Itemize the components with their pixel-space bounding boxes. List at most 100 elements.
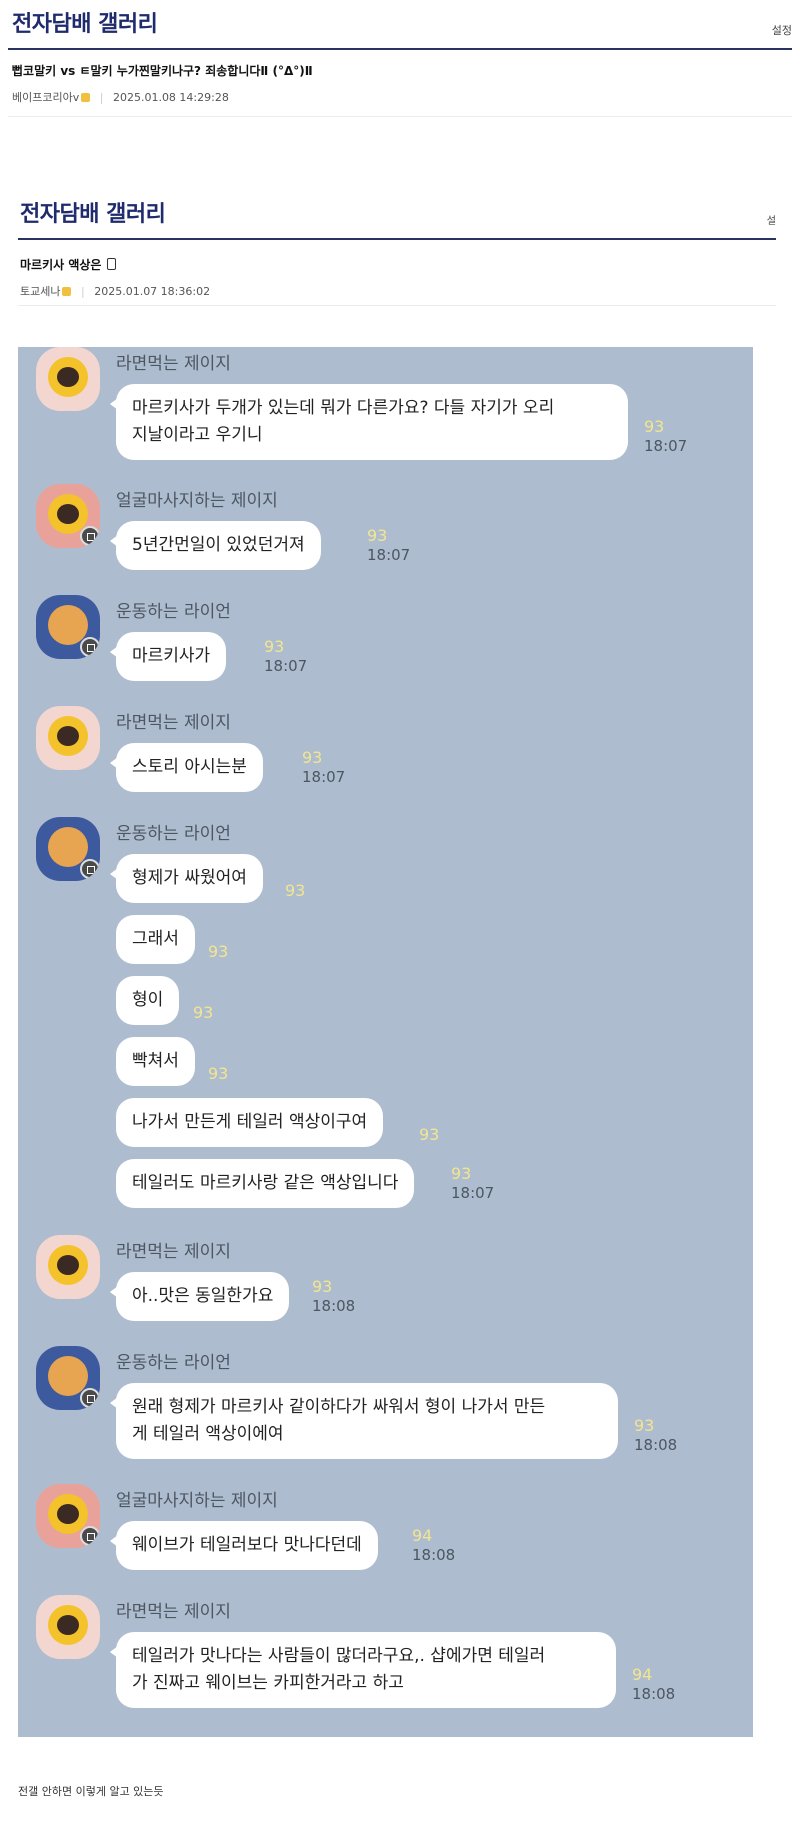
message-bubble: 테일러도 마르키사랑 같은 액상입니다	[116, 1159, 415, 1208]
unread-count: 93	[208, 942, 229, 961]
post-divider	[8, 116, 792, 117]
message-bubble: 스토리 아시는분	[110, 743, 263, 792]
embedded-post-title-text: 마르키사 액상은	[20, 258, 102, 272]
message-bubble: 형이	[116, 976, 180, 1025]
embedded-post-divider	[18, 305, 776, 306]
embedded-settings-link: 설	[766, 216, 776, 227]
sender-name: 운동하는 라이언	[116, 602, 231, 622]
mobile-icon	[107, 258, 117, 270]
sender-name: 라면먹는 제이지	[116, 354, 231, 374]
avatar-facemask-jayg	[36, 1484, 100, 1548]
post-header: 뻡코말키 vs ㅌ말키 누가찐말키나구? 죄송합니다Ⅱ (°Δ°)Ⅱ 베이프코리…	[12, 62, 792, 105]
avatar-workout-ryan	[36, 817, 100, 881]
message-meta: 94 18:08	[412, 1527, 455, 1565]
sender-name: 운동하는 라이언	[116, 1353, 231, 1373]
message-bubble: 빡쳐서	[116, 1037, 195, 1086]
message-bubble: 그래서	[116, 915, 195, 964]
message-bubble: 테일러가 맛나다는 사람들이 많더라구요,. 샵에가면 테일러 가 진짜고 웨이…	[110, 1632, 616, 1708]
avatar-ramen-jayg	[36, 347, 100, 411]
settings-link[interactable]: 설정	[772, 22, 792, 38]
message-bubble: 원래 형제가 마르키사 같이하다가 싸워서 형이 나가서 만든 게 테일러 액상…	[110, 1383, 618, 1459]
sender-name: 라면먹는 제이지	[116, 1602, 231, 1622]
embedded-post-header: 마르키사 액상은 토교세나 | 2025.01.07 18:36:02	[20, 256, 760, 299]
unread-count: 93	[285, 881, 306, 900]
sender-name: 라면먹는 제이지	[116, 1242, 231, 1262]
message-meta: 93 18:07	[367, 527, 410, 565]
message-meta: 93 18:07	[302, 749, 345, 787]
post-title: 뻡코말키 vs ㅌ말키 누가찐말키나구? 죄송합니다Ⅱ (°Δ°)Ⅱ	[12, 64, 313, 78]
gallery-header: 전자담배 갤러리 설정	[0, 0, 800, 50]
unread-count: 93	[302, 748, 323, 767]
message-bubble: 마르키사가	[109, 632, 227, 681]
embedded-post-title: 마르키사 액상은	[20, 256, 760, 273]
avatar-workout-ryan	[36, 595, 100, 659]
message-meta: 93	[208, 943, 228, 961]
multi-profile-badge-icon	[80, 526, 100, 546]
message-meta: 93 18:07	[451, 1165, 494, 1203]
message-bubble: 나가서 만든게 테일러 액상이구여	[116, 1098, 384, 1147]
message-meta: 93	[208, 1065, 228, 1083]
unread-count: 93	[419, 1125, 440, 1144]
avatar-ramen-jayg	[36, 1595, 100, 1659]
multi-profile-badge-icon	[80, 637, 100, 657]
message-meta: 93	[285, 882, 305, 900]
embedded-header-divider	[18, 238, 776, 240]
multi-profile-badge-icon	[80, 859, 100, 879]
embedded-gallery-header: 전자담배 갤러리 설	[18, 196, 776, 242]
post-author[interactable]: 베이프코리아v	[12, 91, 79, 104]
unread-count: 94	[412, 1526, 433, 1545]
post-caption: 전갤 안하면 이렇게 알고 있는듯	[18, 1785, 164, 1798]
message-meta: 93 18:07	[644, 418, 687, 456]
embedded-post-author: 토교세나	[20, 285, 61, 298]
sender-name: 얼굴마사지하는 제이지	[116, 1491, 278, 1511]
message-bubble: 웨이브가 테일러보다 맛나다던데	[110, 1521, 378, 1570]
avatar-facemask-jayg	[36, 484, 100, 548]
message-meta: 93 18:08	[634, 1417, 677, 1455]
post-datetime: 2025.01.08 14:29:28	[112, 91, 229, 104]
multi-profile-badge-icon	[80, 1388, 100, 1408]
author-badge-icon	[81, 93, 91, 102]
unread-count: 93	[451, 1164, 472, 1183]
message-time: 18:07	[644, 437, 688, 455]
chat-screenshot: 라면먹는 제이지 마르키사가 두개가 있는데 뭐가 다른가요? 다들 자기가 오…	[18, 347, 753, 1737]
post-meta: 베이프코리아v | 2025.01.08 14:29:28	[12, 89, 792, 105]
header-divider	[8, 48, 792, 50]
message-meta: 93	[419, 1126, 439, 1144]
avatar-workout-ryan	[36, 1346, 100, 1410]
message-time: 18:08	[312, 1297, 356, 1315]
unread-count: 93	[634, 1416, 655, 1435]
message-bubble: 형제가 싸웠어여	[110, 854, 263, 903]
message-bubble: 마르키사가 두개가 있는데 뭐가 다른가요? 다들 자기가 오리 지날이라고 우…	[110, 384, 628, 460]
meta-separator: |	[80, 285, 85, 298]
unread-count: 93	[208, 1064, 229, 1083]
embedded-post-meta: 토교세나 | 2025.01.07 18:36:02	[20, 283, 760, 299]
message-meta: 93 18:07	[264, 638, 307, 676]
message-meta: 93 18:08	[312, 1278, 355, 1316]
unread-count: 93	[312, 1277, 333, 1296]
sender-name: 운동하는 라이언	[116, 824, 231, 844]
message-bubble: 5년간먼일이 있었던거져	[110, 521, 321, 570]
message-time: 18:07	[451, 1184, 495, 1202]
message-time: 18:07	[264, 657, 308, 675]
unread-count: 93	[644, 417, 665, 436]
unread-count: 94	[632, 1665, 653, 1684]
message-meta: 93	[193, 1004, 213, 1022]
author-badge-icon	[62, 287, 72, 296]
message-time: 18:08	[412, 1546, 456, 1564]
message-bubble: 아..맛은 동일한가요	[109, 1272, 290, 1321]
unread-count: 93	[264, 637, 285, 656]
multi-profile-badge-icon	[80, 1526, 100, 1546]
message-time: 18:08	[634, 1436, 678, 1454]
avatar-ramen-jayg	[36, 1235, 100, 1299]
message-time: 18:08	[632, 1685, 676, 1703]
unread-count: 93	[367, 526, 388, 545]
embedded-post-datetime: 2025.01.07 18:36:02	[94, 285, 211, 298]
sender-name: 얼굴마사지하는 제이지	[116, 491, 278, 511]
embedded-gallery-title: 전자담배 갤러리	[20, 202, 166, 227]
message-time: 18:07	[367, 546, 411, 564]
gallery-title[interactable]: 전자담배 갤러리	[12, 6, 158, 38]
message-meta: 94 18:08	[632, 1666, 675, 1704]
message-time: 18:07	[302, 768, 346, 786]
unread-count: 93	[193, 1003, 214, 1022]
avatar-ramen-jayg	[36, 706, 100, 770]
